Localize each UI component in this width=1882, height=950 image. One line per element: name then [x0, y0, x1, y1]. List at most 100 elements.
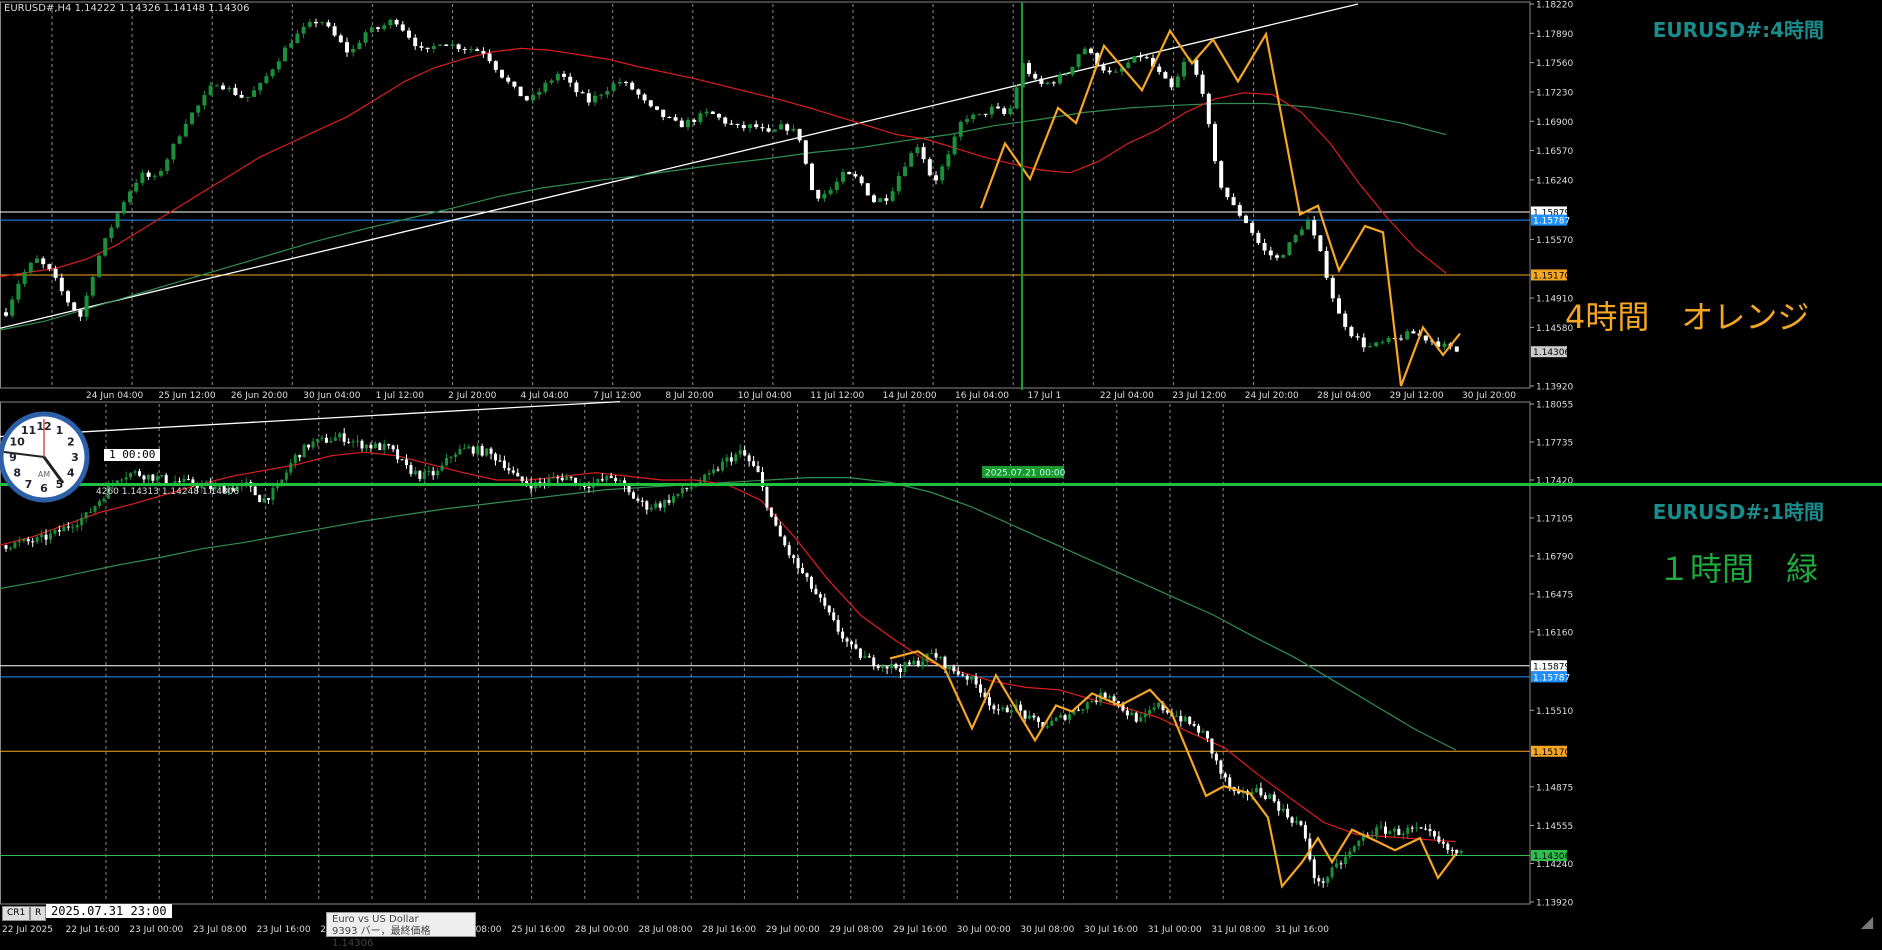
- level-label: 1.15787: [1533, 217, 1570, 227]
- candle-body: [1399, 338, 1403, 340]
- price-tick-label: 1.13920: [1536, 899, 1573, 909]
- candle-body: [1144, 57, 1149, 59]
- time-tick-label: 24 Jun 04:00: [86, 391, 143, 401]
- candle-body: [227, 87, 232, 90]
- candle-body: [970, 676, 974, 680]
- candle-body: [596, 479, 600, 483]
- candle-body: [618, 480, 622, 482]
- candle-body: [587, 487, 591, 489]
- candle-body: [40, 534, 44, 538]
- candle-body: [1214, 753, 1218, 761]
- candle-body: [120, 479, 124, 481]
- clock-time-box: 1 00:00: [104, 449, 161, 461]
- candle-body: [4, 545, 8, 549]
- candle-body: [314, 22, 318, 24]
- candle-body: [617, 82, 622, 84]
- candle-body: [723, 117, 728, 124]
- time-tick-label: 28 Jul 16:00: [702, 925, 756, 935]
- candle-body: [1446, 843, 1450, 850]
- time-tick-label: 28 Jul 04:00: [1317, 391, 1371, 401]
- price-tick-label: 1.16570: [1536, 147, 1573, 157]
- subwindow-info-line: 4260 1.14313 1.14248 1.14306: [96, 487, 240, 497]
- candle-body: [605, 475, 609, 481]
- time-tick-label: 30 Jul 20:00: [1462, 391, 1516, 401]
- candle-body: [1357, 840, 1361, 847]
- candle-body: [796, 558, 800, 569]
- candle-body: [1281, 808, 1285, 811]
- candle-body: [1045, 82, 1050, 85]
- candle-body: [885, 666, 889, 669]
- candle-body: [31, 541, 35, 543]
- candle-body: [66, 291, 70, 303]
- candle-body: [364, 444, 368, 449]
- candle-body: [894, 663, 898, 669]
- candle-body: [698, 113, 703, 122]
- candle-body: [1051, 82, 1056, 84]
- candle-body: [865, 183, 870, 196]
- candle-body: [93, 506, 97, 512]
- candle-body: [90, 276, 95, 296]
- chart-canvas[interactable]: 1.18220 1.17890 1.17560 1.17230 1.16900 1.165…: [0, 0, 1882, 937]
- candle-body: [283, 47, 287, 62]
- time-tick-label: 17 Jul 1: [1027, 391, 1061, 401]
- candle-body: [1169, 78, 1174, 88]
- candle-body: [481, 50, 486, 54]
- candle-body: [1370, 835, 1374, 837]
- candle-body: [772, 129, 777, 132]
- candle-body: [704, 111, 709, 114]
- resize-grip-icon[interactable]: ◢: [1856, 911, 1878, 933]
- symbol-tooltip: Euro vs US Dollar 9393 バー，最終価格 1.14306: [326, 912, 476, 949]
- candle-body: [547, 478, 551, 484]
- candle-body: [382, 25, 387, 29]
- candle-body: [890, 191, 895, 201]
- candle-body: [262, 498, 266, 503]
- candle-body: [1219, 760, 1223, 774]
- candle-body: [1343, 856, 1347, 865]
- candle-body: [1157, 702, 1161, 708]
- candle-body: [462, 448, 466, 450]
- time-tick-label: 23 Jul 12:00: [1172, 391, 1226, 401]
- candle-body: [271, 487, 275, 500]
- candle-body: [413, 470, 417, 475]
- candle-body: [1237, 205, 1242, 216]
- candle-body: [1424, 828, 1428, 830]
- candle-body: [765, 486, 769, 508]
- candle-body: [1295, 821, 1298, 823]
- candle-body: [471, 446, 475, 454]
- candle-body: [177, 136, 182, 144]
- candle-body: [850, 641, 853, 645]
- candle-body: [712, 469, 716, 474]
- candle-body: [803, 140, 808, 164]
- candle-body: [717, 113, 721, 118]
- candle-body: [1225, 187, 1230, 198]
- candle-body: [934, 653, 938, 658]
- candle-body: [565, 476, 569, 481]
- candle-body: [140, 172, 145, 183]
- candle-body: [75, 525, 79, 528]
- pane-border: [0, 1, 1531, 389]
- candle-body: [253, 486, 257, 496]
- candle-body: [977, 113, 982, 115]
- r-button[interactable]: R: [30, 906, 47, 921]
- candle-body: [369, 444, 373, 449]
- candle-body: [376, 27, 380, 29]
- candle-body: [989, 106, 994, 115]
- price-tick-label: 1.16160: [1536, 628, 1573, 638]
- candle-body: [1432, 831, 1436, 837]
- cr1-button[interactable]: CR1: [2, 906, 31, 921]
- candle-body: [16, 283, 21, 300]
- candle-body: [518, 86, 523, 97]
- candle-body: [958, 121, 963, 137]
- price-tick-label: 1.14875: [1536, 783, 1573, 793]
- clock-number: 2: [67, 436, 75, 449]
- candle-body: [146, 474, 150, 480]
- candle-body: [436, 470, 440, 476]
- candle-body: [1321, 881, 1325, 883]
- candle-body: [1380, 341, 1385, 343]
- candle-body: [769, 507, 773, 517]
- candle-body: [930, 653, 934, 655]
- candle-body: [102, 498, 106, 502]
- candle-body: [680, 487, 684, 494]
- candle-body: [293, 454, 297, 464]
- candle-body: [915, 147, 920, 154]
